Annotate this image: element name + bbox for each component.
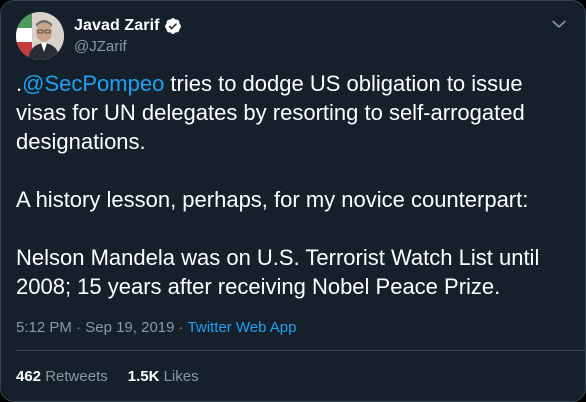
- display-name[interactable]: Javad Zarif: [74, 17, 160, 35]
- tweet-paragraph-2: A history lesson, perhaps, for my novice…: [16, 187, 529, 212]
- likes-count: 1.5K: [127, 368, 160, 385]
- likes-stat[interactable]: 1.5K Likes: [128, 368, 199, 385]
- meta-separator: ·: [71, 319, 86, 336]
- author-handle[interactable]: @JZarif: [74, 38, 182, 55]
- tweet-text: .@SecPompeo tries to dodge US obligation…: [16, 69, 572, 301]
- meta-separator: ·: [174, 319, 188, 336]
- retweets-count: 462: [16, 368, 42, 385]
- tweet-card[interactable]: Javad Zarif @JZarif .@SecPompeo tries to…: [0, 0, 586, 402]
- tweet-header: Javad Zarif @JZarif: [16, 12, 573, 60]
- author-names: Javad Zarif @JZarif: [74, 15, 182, 55]
- retweets-label: Retweets: [45, 368, 108, 385]
- divider: [16, 350, 585, 351]
- profile-photo-image: [16, 12, 64, 60]
- tweet-paragraph-3: Nelson Mandela was on U.S. Terrorist Wat…: [16, 245, 540, 299]
- tweet-date[interactable]: Sep 19, 2019: [85, 319, 174, 336]
- verified-badge-icon: [164, 17, 182, 35]
- tweet-time[interactable]: 5:12 PM: [16, 319, 72, 336]
- tweet-paragraph-1: .@SecPompeo tries to dodge US obligation…: [16, 69, 572, 156]
- tweet-source-link[interactable]: Twitter Web App: [188, 319, 297, 336]
- likes-label: Likes: [163, 368, 199, 385]
- tweet-stats: 462 Retweets 1.5K Likes: [16, 368, 199, 385]
- retweets-stat[interactable]: 462 Retweets: [16, 368, 108, 385]
- chevron-down-icon[interactable]: [549, 14, 569, 34]
- name-row: Javad Zarif: [74, 15, 182, 37]
- mention-link[interactable]: @SecPompeo: [22, 71, 164, 96]
- avatar[interactable]: [16, 12, 64, 60]
- tweet-meta: 5:12 PM · Sep 19, 2019 · Twitter Web App: [16, 319, 296, 336]
